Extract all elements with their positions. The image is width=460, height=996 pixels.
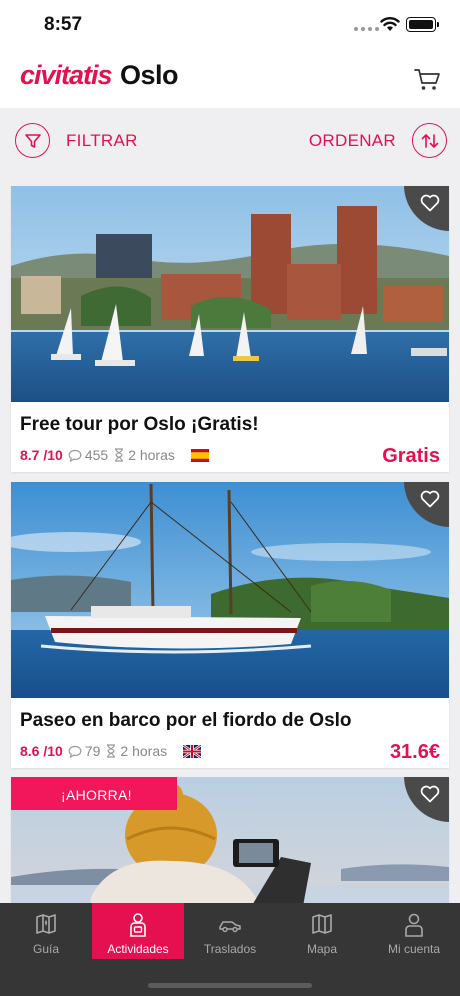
heart-icon <box>420 490 440 508</box>
activity-image <box>11 186 449 402</box>
signal-dots-icon <box>354 27 379 31</box>
filter-label: FILTRAR <box>66 130 138 150</box>
duration: 2 horas <box>128 447 175 463</box>
price: Gratis <box>382 445 440 467</box>
battery-icon <box>406 17 439 32</box>
activity-image <box>11 482 449 698</box>
tab-mi-cuenta[interactable]: Mi cuenta <box>368 903 460 959</box>
spain-flag <box>190 448 209 462</box>
page-title: Oslo <box>120 60 179 90</box>
sort-arrows-icon <box>412 123 447 158</box>
home-indicator[interactable] <box>148 983 312 988</box>
status-bar: 8:57 <box>0 0 460 50</box>
uk-flag <box>183 744 202 758</box>
activity-card[interactable]: Free tour por Oslo ¡Gratis! 8.7 /10 455 … <box>11 186 449 472</box>
activity-card[interactable]: Paseo en barco por el fiordo de Oslo 8.6… <box>11 482 449 768</box>
activity-meta: 8.6 /10 79 2 horas <box>20 743 202 759</box>
activity-title: Free tour por Oslo ¡Gratis! <box>20 414 259 435</box>
sort-label: ORDENAR <box>308 130 396 150</box>
activity-meta: 8.7 /10 455 2 horas <box>20 447 209 463</box>
hourglass-icon <box>113 448 125 462</box>
filter-button[interactable]: FILTRAR <box>15 123 138 158</box>
rating: 8.7 /10 <box>20 447 63 463</box>
review-count: 455 <box>84 447 109 463</box>
discount-badge: ¡AHORRA! <box>11 777 177 810</box>
wifi-icon <box>380 17 400 31</box>
app-header: civitatis Oslo <box>0 50 460 108</box>
activities-person-icon <box>92 912 184 938</box>
map-icon <box>276 912 368 938</box>
filter-icon <box>15 123 50 158</box>
filter-bar: FILTRAR ORDENAR <box>0 108 460 174</box>
tab-guia[interactable]: Guía <box>0 903 92 959</box>
comment-icon <box>68 745 82 758</box>
tab-bar: Guía Actividades Traslados Mapa Mi cuent… <box>0 903 460 996</box>
sort-button[interactable]: ORDENAR <box>309 123 447 158</box>
brand-logo[interactable]: civitatis <box>20 60 113 91</box>
review-count: 79 <box>84 743 101 759</box>
activity-title: Paseo en barco por el fiordo de Oslo <box>20 710 352 731</box>
duration: 2 horas <box>120 743 168 759</box>
tab-traslados[interactable]: Traslados <box>184 903 276 959</box>
map-book-icon <box>0 912 92 938</box>
tab-label: Mi cuenta <box>387 942 441 956</box>
heart-icon <box>420 785 440 803</box>
app-screen: 8:57 civitatis Oslo FILTRAR ORDENAR Free… <box>0 0 460 996</box>
tab-label: Traslados <box>203 942 257 956</box>
car-icon <box>184 912 276 938</box>
tab-label: Guía <box>32 942 59 956</box>
price: 31.6€ <box>389 741 440 763</box>
cart-icon[interactable] <box>412 64 442 94</box>
heart-icon <box>420 194 440 212</box>
tab-label: Mapa <box>306 942 338 956</box>
status-time: 8:57 <box>44 14 83 35</box>
tab-mapa[interactable]: Mapa <box>276 903 368 959</box>
rating: 8.6 /10 <box>20 743 63 759</box>
user-icon <box>368 912 460 938</box>
tab-actividades[interactable]: Actividades <box>92 903 184 959</box>
tab-label: Actividades <box>107 942 169 956</box>
comment-icon <box>68 449 82 462</box>
hourglass-icon <box>105 744 117 758</box>
